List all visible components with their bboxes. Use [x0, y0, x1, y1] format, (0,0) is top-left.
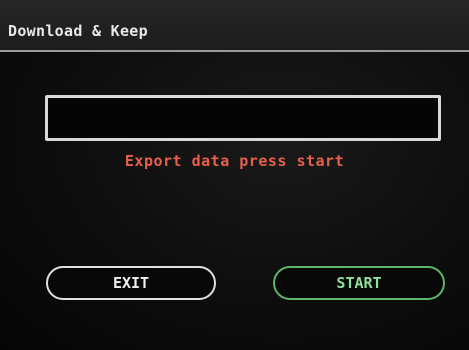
device-screen: Download & Keep Export data press start …	[0, 0, 469, 350]
exit-button[interactable]: EXIT	[46, 266, 216, 300]
data-display-field	[45, 95, 441, 141]
start-button[interactable]: START	[273, 266, 445, 300]
page-title: Download & Keep	[8, 22, 148, 40]
status-message: Export data press start	[124, 152, 345, 170]
exit-button-label: EXIT	[112, 274, 150, 292]
title-divider	[0, 50, 469, 52]
start-button-label: START	[336, 274, 382, 292]
title-bar: Download & Keep	[0, 0, 469, 52]
